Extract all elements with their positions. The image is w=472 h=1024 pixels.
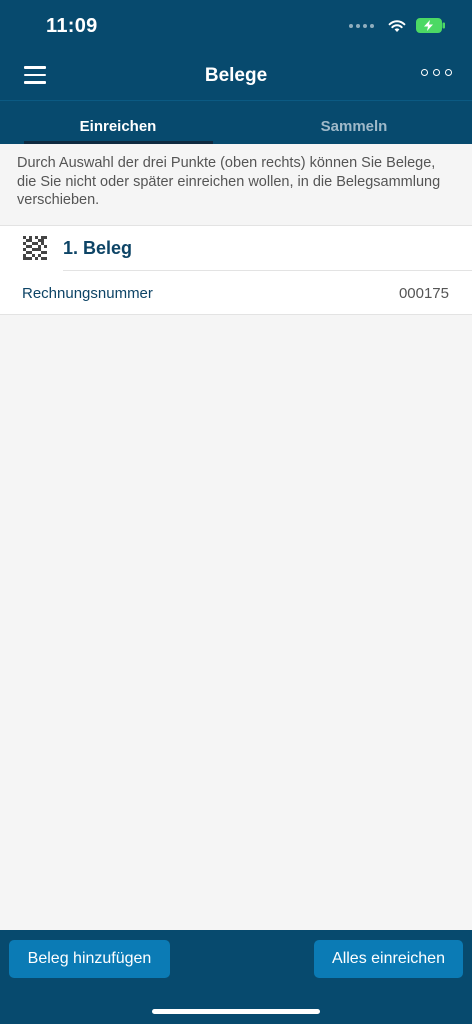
signal-icon	[349, 23, 374, 28]
status-icons	[349, 18, 446, 33]
battery-charging-icon	[416, 18, 445, 33]
home-indicator[interactable]	[152, 1009, 320, 1014]
tab-sammeln[interactable]: Sammeln	[236, 101, 472, 145]
bottom-action-bar: Beleg hinzufügen Alles einreichen	[0, 930, 472, 1024]
qr-code-icon	[23, 236, 47, 260]
more-dots-icon[interactable]	[421, 69, 452, 76]
status-time: 11:09	[46, 15, 98, 37]
beleg-header[interactable]: 1. Beleg	[0, 226, 472, 271]
tab-einreichen[interactable]: Einreichen	[0, 101, 236, 145]
wifi-icon	[388, 19, 406, 32]
invoice-number-label: Rechnungsnummer	[22, 285, 153, 302]
invoice-number-value: 000175	[398, 285, 449, 302]
app-bar: Belege	[0, 52, 472, 100]
page-title: Belege	[204, 65, 268, 86]
beleg-card[interactable]: 1. Beleg Rechnungsnummer 000175	[0, 226, 472, 315]
divider	[63, 270, 472, 271]
add-beleg-button[interactable]: Beleg hinzufügen	[9, 940, 170, 978]
beleg-title: 1. Beleg	[63, 238, 133, 258]
info-text: Durch Auswahl der drei Punkte (oben rech…	[0, 144, 472, 226]
submit-all-button[interactable]: Alles einreichen	[314, 940, 463, 978]
tab-bar: Einreichen Sammeln	[0, 100, 472, 144]
status-bar: 11:09	[0, 0, 472, 52]
